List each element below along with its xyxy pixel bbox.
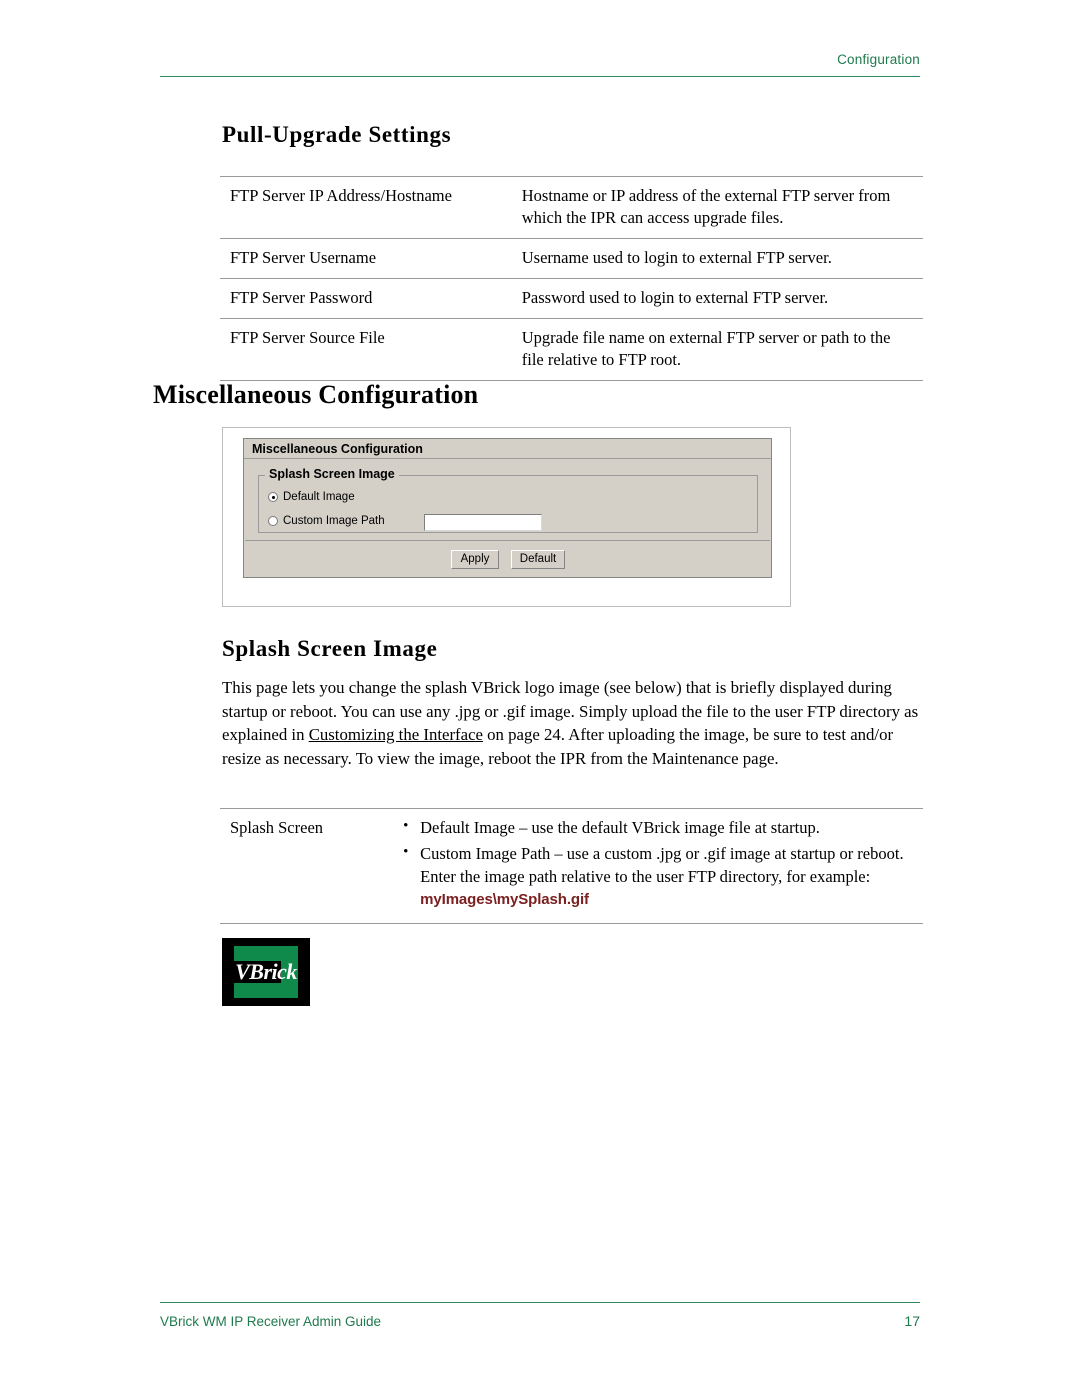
vbrick-logo-text: VBrick xyxy=(235,959,297,984)
radio-custom-image-path[interactable]: Custom Image Path xyxy=(268,515,385,527)
table-row: FTP Server Source File Upgrade file name… xyxy=(220,318,923,381)
footer-guide-title: VBrick WM IP Receiver Admin Guide xyxy=(160,1314,382,1329)
list-item-text: Custom Image Path – use a custom .jpg or… xyxy=(420,844,904,886)
apply-button[interactable]: Apply xyxy=(451,550,499,569)
radio-default-image[interactable]: Default Image xyxy=(268,491,355,503)
table-row: Splash Screen Default Image – use the de… xyxy=(220,808,923,924)
header-divider xyxy=(160,76,920,77)
splash-screen-image-heading: Splash Screen Image xyxy=(222,636,438,661)
vbrick-logo: VBrick xyxy=(222,938,310,1006)
row-label: FTP Server Source File xyxy=(230,327,385,347)
splash-screen-table: Splash Screen Default Image – use the de… xyxy=(220,808,923,924)
splash-bullet-list: Default Image – use the default VBrick i… xyxy=(399,816,915,910)
document-page: Configuration Pull-Upgrade Settings FTP … xyxy=(0,0,1080,1397)
row-label: Splash Screen xyxy=(230,818,324,837)
footer-page-number: 17 xyxy=(904,1313,920,1329)
example-path-code: myImages\mySplash.gif xyxy=(420,890,589,908)
list-item: Custom Image Path – use a custom .jpg or… xyxy=(399,842,915,910)
footer-divider xyxy=(160,1302,920,1303)
radio-button-icon[interactable] xyxy=(268,516,278,526)
row-description: Password used to login to external FTP s… xyxy=(521,287,829,307)
group-legend: Splash Screen Image xyxy=(265,467,399,481)
misc-config-heading: Miscellaneous Configuration xyxy=(153,380,479,409)
row-description: Username used to login to external FTP s… xyxy=(521,247,832,267)
pull-upgrade-table: FTP Server IP Address/Hostname Hostname … xyxy=(220,176,923,381)
misc-config-screenshot: Miscellaneous Configuration Splash Scree… xyxy=(222,427,791,607)
row-label: FTP Server Username xyxy=(230,247,377,267)
row-description: Default Image – use the default VBrick i… xyxy=(389,809,923,924)
row-label: FTP Server IP Address/Hostname xyxy=(230,186,452,205)
radio-button-icon[interactable] xyxy=(268,492,278,502)
radio-default-image-label: Default Image xyxy=(283,491,355,503)
row-description: Hostname or IP address of the external F… xyxy=(521,186,891,227)
header-chapter-label: Configuration xyxy=(837,52,920,67)
vbrick-logo-graphic: VBrick xyxy=(229,943,303,1001)
splash-paragraph: This page lets you change the splash VBr… xyxy=(222,676,920,770)
pull-upgrade-heading: Pull-Upgrade Settings xyxy=(222,122,452,147)
row-description: Upgrade file name on external FTP server… xyxy=(521,327,891,369)
row-label: FTP Server Password xyxy=(230,287,373,307)
table-row: FTP Server Password Password used to log… xyxy=(220,278,923,318)
button-bar: Apply Default xyxy=(245,540,770,577)
list-item: Default Image – use the default VBrick i… xyxy=(399,816,915,839)
radio-custom-image-path-label: Custom Image Path xyxy=(283,515,385,527)
customizing-interface-link[interactable]: Customizing the Interface xyxy=(309,725,483,744)
table-row: FTP Server IP Address/Hostname Hostname … xyxy=(220,176,923,239)
misc-config-window: Miscellaneous Configuration Splash Scree… xyxy=(243,438,772,578)
custom-image-path-input[interactable] xyxy=(424,514,542,531)
default-button[interactable]: Default xyxy=(511,550,565,569)
table-row: FTP Server Username Username used to log… xyxy=(220,238,923,278)
window-title-bar: Miscellaneous Configuration xyxy=(244,439,771,459)
